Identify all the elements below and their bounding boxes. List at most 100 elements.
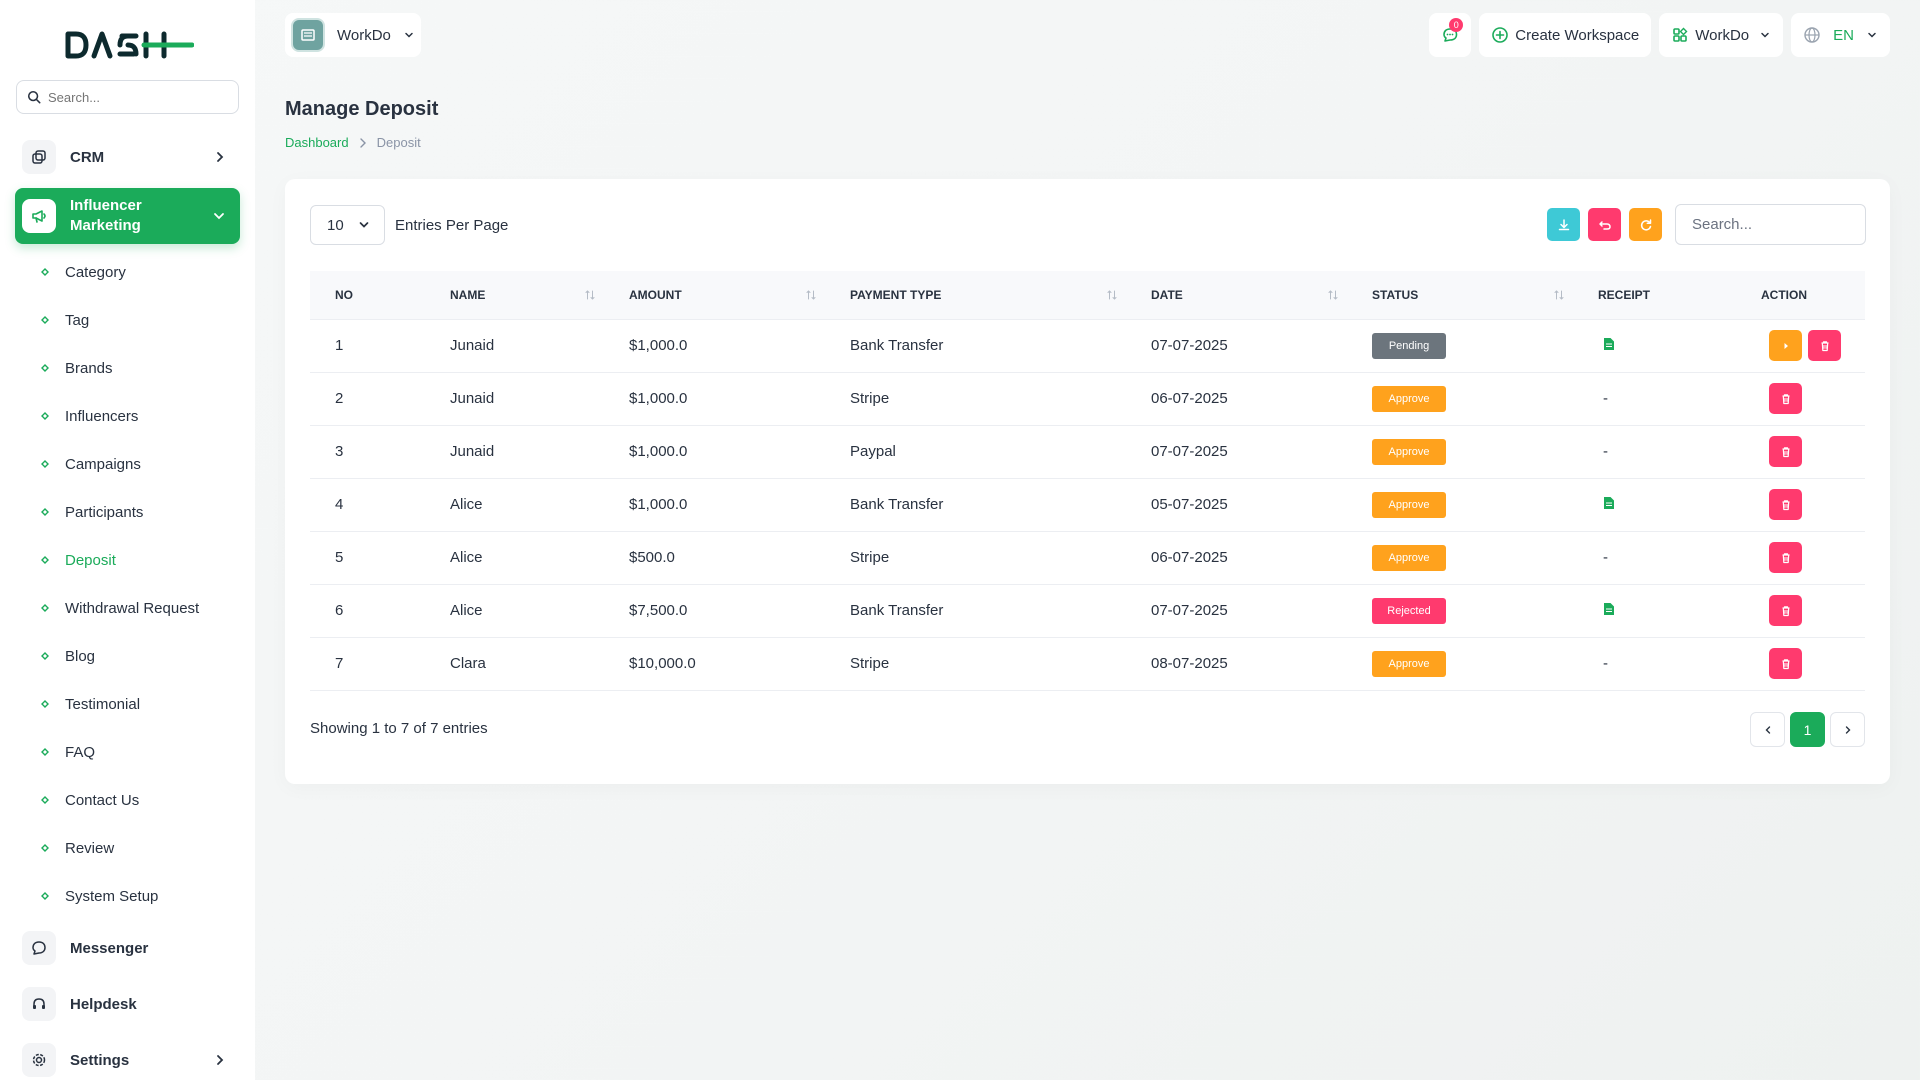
bullet-icon [41, 604, 49, 612]
delete-button[interactable] [1769, 648, 1802, 679]
sidebar-subitem-category[interactable]: Category [40, 260, 126, 284]
cell-amount: $7,500.0 [604, 584, 825, 638]
delete-button[interactable] [1769, 489, 1802, 520]
cell-payment-type: Bank Transfer [825, 478, 1126, 532]
pagination-page-button[interactable]: 1 [1790, 712, 1825, 747]
sidebar-item-messenger[interactable]: Messenger [16, 924, 239, 972]
reload-button[interactable] [1629, 208, 1662, 241]
apps-icon [1673, 27, 1688, 42]
sidebar-item-settings[interactable]: Settings [16, 1036, 239, 1080]
sidebar-subitem-campaigns[interactable]: Campaigns [40, 452, 141, 476]
table-toolbar [1547, 208, 1662, 241]
column-header-label: PAYMENT TYPE [850, 287, 942, 302]
receipt-empty: - [1603, 549, 1608, 566]
bullet-icon [41, 364, 49, 372]
cell-receipt: - [1573, 637, 1736, 691]
sidebar-subitem-label: Influencers [65, 407, 139, 425]
cell-action [1736, 319, 1865, 373]
page-title: Manage Deposit [285, 98, 439, 120]
file-icon[interactable] [1603, 496, 1615, 510]
cell-no: 3 [310, 425, 425, 479]
sidebar-subitem-review[interactable]: Review [40, 836, 114, 860]
delete-button[interactable] [1769, 436, 1802, 467]
create-workspace-button[interactable]: Create Workspace [1479, 13, 1652, 57]
table-search-input[interactable] [1675, 204, 1866, 245]
dash-logo[interactable] [64, 28, 194, 62]
column-header-status[interactable]: STATUS [1347, 271, 1573, 320]
cell-date: 08-07-2025 [1126, 637, 1347, 691]
file-icon[interactable] [1603, 602, 1615, 616]
sidebar-subitem-participants[interactable]: Participants [40, 500, 143, 524]
cell-no: 6 [310, 584, 425, 638]
sidebar-subitem-deposit[interactable]: Deposit [40, 548, 116, 572]
cell-amount: $10,000.0 [604, 637, 825, 691]
column-header-name[interactable]: NAME [425, 271, 604, 320]
status-badge: Approve [1372, 491, 1446, 518]
delete-button[interactable] [1769, 383, 1802, 414]
cell-date: 07-07-2025 [1126, 319, 1347, 373]
topbar: WorkDo 0 Create Workspace WorkDo EN [285, 13, 1890, 57]
cell-amount: $1,000.0 [604, 425, 825, 479]
language-selector[interactable]: EN [1791, 13, 1890, 57]
sidebar-subitem-contact-us[interactable]: Contact Us [40, 788, 139, 812]
delete-button[interactable] [1769, 542, 1802, 573]
sidebar-subitem-brands[interactable]: Brands [40, 356, 113, 380]
workspace-switcher[interactable]: WorkDo [285, 13, 421, 57]
cell-receipt: - [1573, 372, 1736, 426]
sidebar-subitem-withdrawal-request[interactable]: Withdrawal Request [40, 596, 199, 620]
trash-icon [1782, 446, 1789, 457]
sort-icon [585, 290, 595, 300]
plus-circle-icon [1492, 27, 1509, 43]
cell-receipt [1573, 319, 1736, 373]
pagination: 1 [1750, 712, 1865, 747]
crm-icon [22, 140, 56, 174]
sidebar-item-helpdesk[interactable]: Helpdesk [16, 980, 239, 1028]
delete-button[interactable] [1769, 595, 1802, 626]
sidebar-subitem-label: Review [65, 839, 115, 857]
column-header-date[interactable]: DATE [1126, 271, 1347, 320]
approve-button[interactable] [1769, 330, 1802, 361]
sidebar-subitem-faq[interactable]: FAQ [40, 740, 95, 764]
breadcrumb-current: Deposit [376, 135, 421, 150]
cell-receipt: - [1573, 425, 1736, 479]
delete-button[interactable] [1808, 330, 1841, 361]
cell-date: 07-07-2025 [1126, 425, 1347, 479]
cell-payment-type: Stripe [825, 531, 1126, 585]
sidebar-subitem-tag[interactable]: Tag [40, 308, 89, 332]
cell-action [1736, 584, 1865, 638]
sidebar-subitem-testimonial[interactable]: Testimonial [40, 692, 140, 716]
chevron-right-icon [1845, 725, 1850, 734]
workspace-menu[interactable]: WorkDo [1659, 13, 1784, 57]
reset-button[interactable] [1588, 208, 1621, 241]
sidebar-search-input[interactable] [48, 89, 218, 105]
bullet-icon [41, 268, 49, 276]
pagination-prev-button[interactable] [1750, 712, 1785, 747]
cell-payment-type: Bank Transfer [825, 584, 1126, 638]
cell-no: 5 [310, 531, 425, 585]
gear-icon [22, 1043, 56, 1077]
column-header-payment-type[interactable]: PAYMENT TYPE [825, 271, 1126, 320]
sidebar-subitem-blog[interactable]: Blog [40, 644, 95, 668]
headset-icon [22, 987, 56, 1021]
sidebar-item-influencer-marketing[interactable]: Influencer Marketing [15, 188, 240, 244]
sidebar-subitem-influencers[interactable]: Influencers [40, 404, 138, 428]
cell-status: Approve [1347, 478, 1573, 532]
entries-select[interactable]: 10 [310, 205, 385, 245]
chevron-right-icon [217, 1055, 224, 1065]
sidebar-item-crm[interactable]: CRM [16, 133, 239, 181]
file-icon[interactable] [1603, 337, 1615, 351]
sidebar-subitem-system-setup[interactable]: System Setup [40, 884, 158, 908]
breadcrumb-home-link[interactable]: Dashboard [285, 135, 349, 150]
column-header-label: NAME [450, 287, 486, 302]
messages-button[interactable]: 0 [1429, 13, 1472, 57]
cell-no: 7 [310, 637, 425, 691]
bullet-icon [41, 412, 49, 420]
cell-date: 07-07-2025 [1126, 584, 1347, 638]
receipt-empty: - [1603, 443, 1608, 460]
export-button[interactable] [1547, 208, 1580, 241]
bullet-icon [41, 460, 49, 468]
column-header-amount[interactable]: AMOUNT [604, 271, 825, 320]
cell-amount: $1,000.0 [604, 372, 825, 426]
pagination-next-button[interactable] [1830, 712, 1865, 747]
sidebar-search[interactable] [16, 80, 239, 114]
